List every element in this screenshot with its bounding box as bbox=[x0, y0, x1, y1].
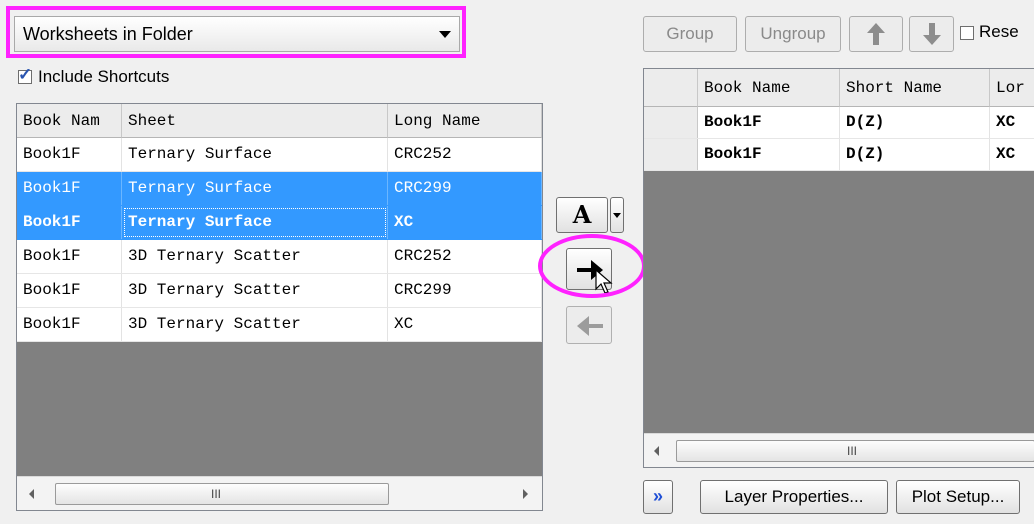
cell-book-name: Book1F bbox=[698, 139, 840, 170]
available-data-grid[interactable]: Book Nam Sheet Long Name Book1F Ternary … bbox=[16, 103, 543, 511]
cell-book: Book1F bbox=[17, 206, 122, 239]
reset-label: Rese bbox=[979, 22, 1019, 41]
table-row[interactable]: Book1F D(Z) XC bbox=[644, 139, 1034, 171]
column-header-short-name[interactable]: Short Name bbox=[840, 69, 990, 107]
font-style-button[interactable]: A bbox=[556, 197, 608, 233]
cell-long-name: XC bbox=[388, 308, 542, 341]
cell-book: Book1F bbox=[17, 138, 122, 171]
row-header[interactable] bbox=[644, 139, 698, 170]
scroll-right-icon[interactable] bbox=[523, 489, 528, 499]
move-up-button[interactable] bbox=[849, 16, 903, 52]
left-horizontal-scrollbar[interactable]: III bbox=[17, 476, 542, 510]
scroll-left-icon[interactable] bbox=[29, 489, 34, 499]
cell-long-name: XC bbox=[388, 206, 542, 239]
cell-long-name: CRC252 bbox=[388, 138, 542, 171]
cell-sheet: 3D Ternary Scatter bbox=[122, 240, 388, 273]
font-style-dropdown-button[interactable] bbox=[610, 197, 624, 233]
ungroup-button[interactable]: Ungroup bbox=[745, 16, 841, 52]
cell-book: Book1F bbox=[17, 172, 122, 205]
scroll-left-icon[interactable] bbox=[654, 446, 659, 456]
group-button[interactable]: Group bbox=[643, 16, 737, 52]
row-header[interactable] bbox=[644, 107, 698, 138]
table-row[interactable]: Book1F 3D Ternary Scatter XC bbox=[17, 308, 542, 342]
scrollbar-thumb[interactable]: III bbox=[55, 483, 389, 505]
cell-long-name: CRC299 bbox=[388, 172, 542, 205]
cell-sheet: 3D Ternary Scatter bbox=[122, 274, 388, 307]
cell-long-name: CRC299 bbox=[388, 274, 542, 307]
cell-sheet: Ternary Surface bbox=[122, 172, 388, 205]
chevron-down-icon bbox=[613, 213, 621, 218]
remove-from-plot-button[interactable] bbox=[566, 306, 612, 344]
table-row[interactable]: Book1F 3D Ternary Scatter CRC252 bbox=[17, 240, 542, 274]
checkmark-icon: ✓ bbox=[18, 65, 33, 84]
source-select-value: Worksheets in Folder bbox=[23, 24, 193, 44]
source-select[interactable]: Worksheets in Folder bbox=[14, 16, 460, 52]
cell-long-name: XC bbox=[990, 107, 1034, 138]
add-button-highlight-circle bbox=[538, 234, 646, 298]
cell-sheet: Ternary Surface bbox=[122, 138, 388, 171]
include-shortcuts-checkbox[interactable]: ✓ bbox=[18, 65, 32, 84]
scrollbar-thumb[interactable]: III bbox=[676, 440, 1034, 462]
table-row[interactable]: Book1F Ternary Surface XC bbox=[17, 206, 542, 240]
column-header-long-name[interactable]: Lor bbox=[990, 69, 1034, 107]
arrow-left-icon bbox=[577, 316, 603, 336]
table-row[interactable]: Book1F D(Z) XC bbox=[644, 107, 1034, 139]
table-row[interactable]: Book1F 3D Ternary Scatter CRC299 bbox=[17, 274, 542, 308]
expand-button[interactable]: » bbox=[643, 480, 673, 514]
column-header-book[interactable]: Book Nam bbox=[17, 104, 122, 138]
column-header-long-name[interactable]: Long Name bbox=[388, 104, 542, 138]
right-horizontal-scrollbar[interactable]: III bbox=[644, 433, 1034, 467]
cell-long-name: CRC252 bbox=[388, 240, 542, 273]
cell-short-name: D(Z) bbox=[840, 139, 990, 170]
cell-sheet: 3D Ternary Scatter bbox=[122, 308, 388, 341]
move-down-button[interactable] bbox=[909, 16, 954, 52]
chevron-down-icon bbox=[439, 31, 451, 38]
layer-properties-button[interactable]: Layer Properties... bbox=[700, 480, 888, 514]
arrow-up-icon bbox=[867, 23, 885, 45]
column-header-sheet[interactable]: Sheet bbox=[122, 104, 388, 138]
table-row[interactable]: Book1F Ternary Surface CRC299 bbox=[17, 172, 542, 206]
reset-checkbox[interactable] bbox=[960, 26, 974, 40]
cell-long-name: XC bbox=[990, 139, 1034, 170]
plot-setup-button[interactable]: Plot Setup... bbox=[896, 480, 1020, 514]
cell-book: Book1F bbox=[17, 274, 122, 307]
column-header-book-name[interactable]: Book Name bbox=[698, 69, 840, 107]
arrow-down-icon bbox=[923, 23, 941, 45]
cell-short-name: D(Z) bbox=[840, 107, 990, 138]
cell-book: Book1F bbox=[17, 308, 122, 341]
include-shortcuts-label: Include Shortcuts bbox=[38, 67, 170, 86]
cell-sheet: Ternary Surface bbox=[122, 206, 388, 239]
plot-list-grid[interactable]: Book Name Short Name Lor Book1F D(Z) XC … bbox=[643, 68, 1034, 468]
grip-icon: III bbox=[847, 444, 858, 458]
table-row[interactable]: Book1F Ternary Surface CRC252 bbox=[17, 138, 542, 172]
grip-icon: III bbox=[211, 487, 222, 501]
cell-book: Book1F bbox=[17, 240, 122, 273]
row-header-corner bbox=[644, 69, 698, 107]
cell-book-name: Book1F bbox=[698, 107, 840, 138]
